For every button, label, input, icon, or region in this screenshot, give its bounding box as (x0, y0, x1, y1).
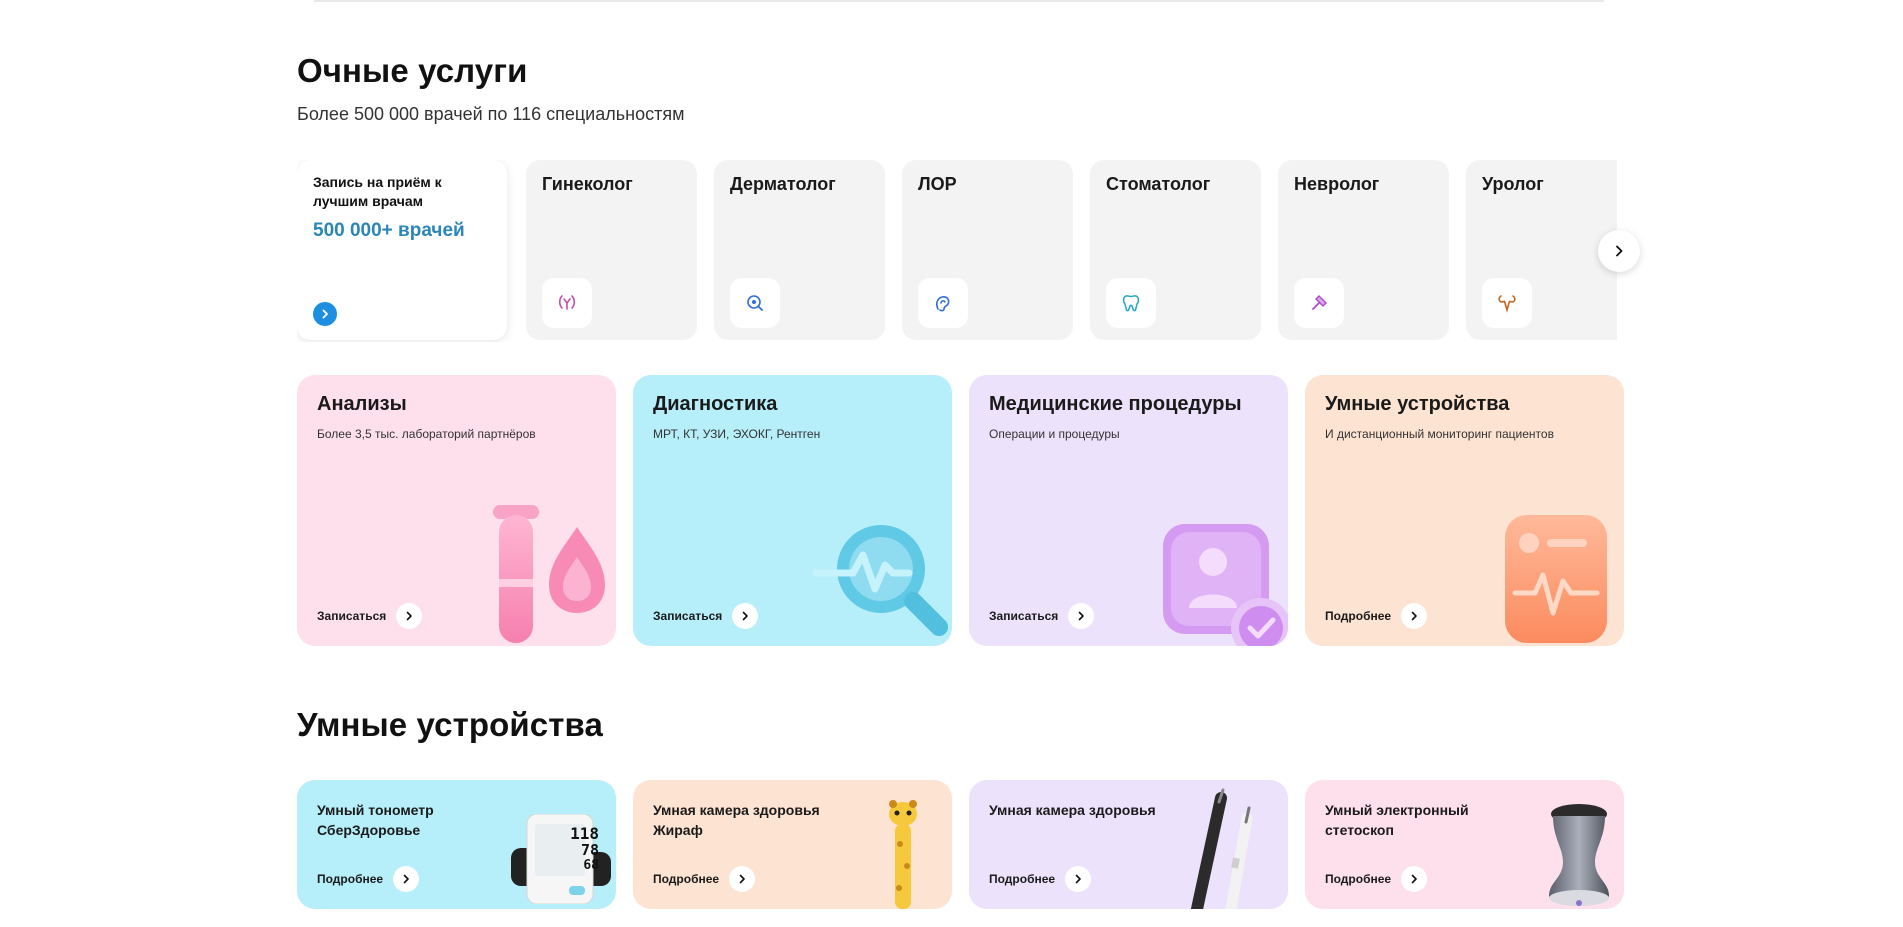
arrow-button[interactable] (1065, 866, 1092, 892)
doctors-carousel: Запись на приём к лучшим врачам 500 000+… (297, 160, 1617, 342)
category-title: Умные устройства (1325, 393, 1510, 415)
arrow-button[interactable] (1068, 603, 1095, 629)
category-link-label: Записаться (653, 609, 723, 623)
chevron-right-icon (406, 611, 413, 621)
uterus-icon (558, 295, 576, 310)
device-title: Умный электронный стетоскоп (1325, 802, 1469, 838)
systolic-reading: 118 (570, 824, 599, 843)
category-link-label: Подробнее (1325, 609, 1392, 623)
device-card-stethoscope[interactable]: Умный электронный стетоскоп Подробнее (1305, 780, 1624, 909)
category-link[interactable]: Записаться (989, 603, 1095, 629)
specialist-card-dermatologist[interactable]: Дерматолог (714, 160, 885, 340)
tooth-icon (1122, 295, 1140, 312)
device-link[interactable]: Подробнее (1325, 866, 1428, 892)
specialist-card-neurologist[interactable]: Невролог (1278, 160, 1449, 340)
category-card-procedures[interactable]: Медицинские процедуры Операции и процеду… (969, 375, 1288, 646)
arrow-button[interactable] (729, 866, 756, 892)
services-subtitle: Более 500 000 врачей по 116 специальност… (297, 104, 685, 124)
chevron-right-icon (1411, 874, 1417, 884)
tonometer-screen: 118 78 68 (549, 826, 599, 874)
specialist-label: Дерматолог (730, 174, 836, 194)
category-title: Диагностика (653, 393, 778, 415)
diastolic-reading: 78 (580, 841, 599, 859)
giraffe-camera-image (889, 800, 917, 909)
chevron-right-icon (1078, 611, 1085, 621)
promo-title: Запись на приём к лучшим врачам (313, 174, 442, 209)
chevron-right-icon (739, 874, 745, 884)
device-card-giraffe-camera[interactable]: Умная камера здоровья Жираф Подробнее (633, 780, 952, 909)
device-card-tonometer[interactable]: Умный тонометр СберЗдоровье 118 78 68 По… (297, 780, 616, 909)
promo-count: 500 000+ врачей (313, 220, 465, 241)
promo-card[interactable]: Запись на приём к лучшим врачам 500 000+… (297, 160, 507, 340)
specialist-label: Стоматолог (1106, 174, 1211, 194)
device-link-label: Подробнее (1325, 872, 1392, 886)
chevron-right-icon (403, 874, 409, 884)
specialist-card-ent[interactable]: ЛОР (902, 160, 1073, 340)
device-title: Умный тонометр СберЗдоровье (317, 802, 434, 838)
category-title: Анализы (317, 393, 407, 415)
specialist-card-gynecologist[interactable]: Гинеколог (526, 160, 697, 340)
device-title: Умная камера здоровья (989, 802, 1156, 818)
category-card-analyses[interactable]: Анализы Более 3,5 тыс. лабораторий партн… (297, 375, 616, 646)
device-link-label: Подробнее (989, 872, 1056, 886)
specialist-card-dentist[interactable]: Стоматолог (1090, 160, 1261, 340)
kidney-icon (1498, 295, 1516, 313)
carousel-next-button[interactable] (1598, 230, 1640, 272)
arrow-button[interactable] (1401, 603, 1428, 629)
category-card-smart-devices[interactable]: Умные устройства И дистанционный монитор… (1305, 375, 1624, 646)
device-link[interactable]: Подробнее (653, 866, 756, 892)
health-camera-image (1191, 788, 1253, 909)
test-tube-blood-icon (493, 505, 605, 643)
specialist-card-urologist[interactable]: Уролог (1466, 160, 1617, 340)
category-card-diagnostics[interactable]: Диагностика МРТ, КТ, УЗИ, ЭХОКГ, Рентген… (633, 375, 952, 646)
category-subtitle: Операции и процедуры (989, 427, 1120, 441)
category-link-label: Записаться (317, 609, 387, 623)
specialist-label: Уролог (1482, 174, 1544, 194)
devices-title: Умные устройства (297, 706, 603, 743)
monitor-pulse-icon (1505, 515, 1607, 643)
top-divider (314, 0, 1604, 2)
category-subtitle: МРТ, КТ, УЗИ, ЭХОКГ, Рентген (653, 427, 821, 441)
promo-arrow-button[interactable] (313, 302, 337, 326)
specialist-label: Невролог (1294, 174, 1380, 194)
ear-icon (936, 296, 950, 312)
magnifier-icon (747, 295, 763, 311)
patient-check-icon (1163, 524, 1288, 646)
category-link[interactable]: Подробнее (1325, 603, 1428, 629)
category-link-label: Записаться (989, 609, 1059, 623)
chevron-right-icon (1411, 611, 1417, 621)
category-title: Медицинские процедуры (989, 393, 1242, 415)
category-subtitle: И дистанционный мониторинг пациентов (1325, 427, 1554, 441)
hammer-icon (1312, 295, 1327, 310)
arrow-button[interactable] (732, 603, 759, 629)
pulse-reading: 68 (583, 858, 599, 873)
category-link[interactable]: Записаться (653, 603, 759, 629)
device-link[interactable]: Подробнее (317, 866, 420, 892)
chevron-right-icon (742, 611, 749, 621)
device-link-label: Подробнее (653, 872, 720, 886)
device-card-health-camera[interactable]: Умная камера здоровья Подробнее (969, 780, 1288, 909)
chevron-right-icon (1616, 245, 1623, 257)
device-title: Умная камера здоровья Жираф (653, 802, 820, 838)
category-link[interactable]: Записаться (317, 603, 423, 629)
services-title: Очные услуги (297, 52, 528, 89)
arrow-button[interactable] (396, 603, 423, 629)
device-link-label: Подробнее (317, 872, 384, 886)
stethoscope-image (1549, 804, 1609, 906)
arrow-button[interactable] (1401, 866, 1428, 892)
specialist-label: Гинеколог (542, 174, 633, 194)
specialist-label: ЛОР (918, 174, 957, 194)
chevron-right-icon (322, 309, 328, 319)
category-subtitle: Более 3,5 тыс. лабораторий партнёров (317, 427, 536, 441)
arrow-button[interactable] (393, 866, 420, 892)
device-link[interactable]: Подробнее (989, 866, 1092, 892)
chevron-right-icon (1075, 874, 1081, 884)
pulse-magnifier-icon (813, 525, 948, 636)
